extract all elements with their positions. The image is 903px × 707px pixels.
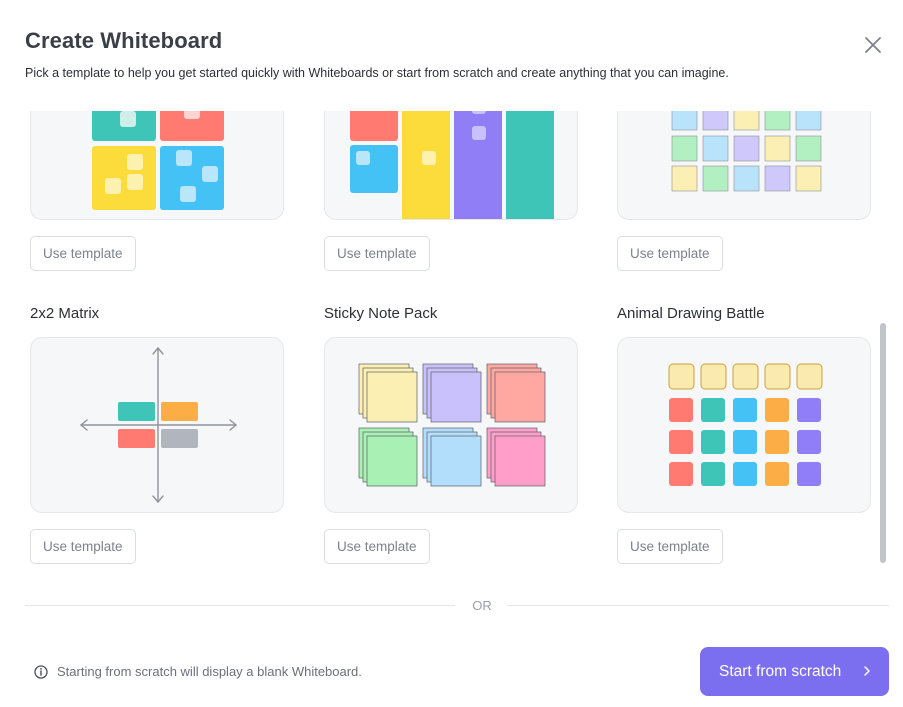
template-preview bbox=[79, 346, 238, 504]
template-card-brainstorm-columns[interactable] bbox=[324, 111, 578, 220]
start-from-scratch-button[interactable]: Start from scratch bbox=[700, 647, 889, 696]
or-label: OR bbox=[472, 598, 492, 613]
template-grid[interactable]: Use template Use template Use template 2… bbox=[0, 111, 880, 581]
template-name: Sticky Note Pack bbox=[324, 305, 438, 322]
scrollbar-thumb[interactable] bbox=[880, 323, 886, 563]
template-name: 2x2 Matrix bbox=[30, 305, 100, 322]
template-preview bbox=[358, 363, 546, 487]
dialog-subtitle: Pick a template to help you get started … bbox=[25, 66, 729, 80]
template-preview bbox=[350, 111, 554, 219]
template-preview bbox=[671, 111, 822, 192]
use-template-button[interactable]: Use template bbox=[30, 236, 136, 271]
use-template-button[interactable]: Use template bbox=[617, 236, 723, 271]
divider-left bbox=[25, 605, 455, 606]
template-name: Animal Drawing Battle bbox=[617, 305, 765, 322]
divider-right bbox=[507, 605, 889, 606]
info-icon bbox=[34, 665, 48, 679]
template-card-kanban-notes[interactable] bbox=[30, 111, 284, 220]
use-template-button[interactable]: Use template bbox=[617, 529, 723, 564]
use-template-button[interactable]: Use template bbox=[324, 236, 430, 271]
footer-note: Starting from scratch will display a bla… bbox=[57, 664, 362, 679]
template-card-sticky-note-pack[interactable] bbox=[324, 337, 578, 513]
use-template-button[interactable]: Use template bbox=[30, 529, 136, 564]
chevron-right-icon bbox=[864, 666, 870, 676]
dialog-title: Create Whiteboard bbox=[25, 28, 223, 53]
close-icon[interactable] bbox=[862, 34, 884, 56]
template-card-animal-drawing-battle[interactable] bbox=[617, 337, 871, 513]
start-from-scratch-label: Start from scratch bbox=[719, 662, 842, 680]
use-template-button[interactable]: Use template bbox=[324, 529, 430, 564]
template-card-sticky-grid[interactable] bbox=[617, 111, 871, 220]
template-preview bbox=[668, 363, 823, 486]
template-preview bbox=[92, 111, 224, 210]
template-card-2x2-matrix[interactable] bbox=[30, 337, 284, 513]
